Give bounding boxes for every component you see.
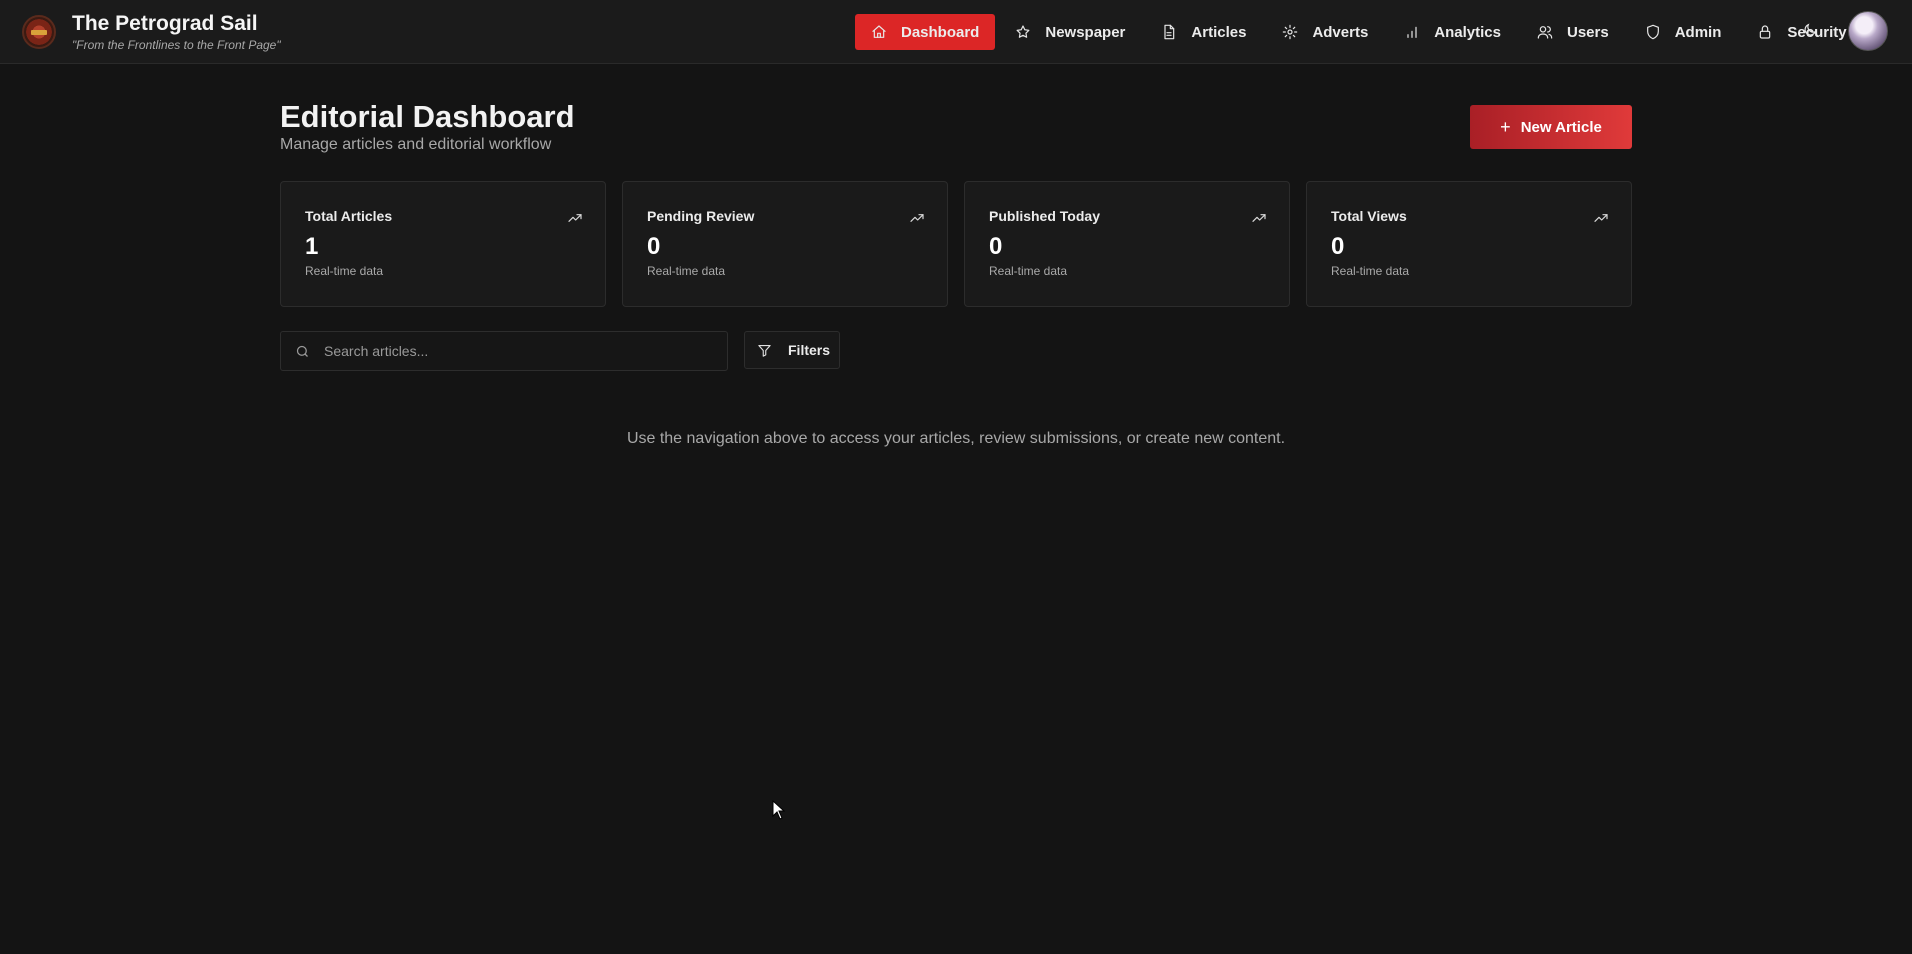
stat-card-pending-review: Pending Review 0 Real-time data [622, 181, 948, 307]
stat-value: 0 [647, 233, 661, 260]
main-nav: Dashboard Newspaper Articles Adverts Ana… [855, 14, 1867, 50]
trending-up-icon [1252, 214, 1266, 222]
page-title: Editorial Dashboard [280, 99, 575, 134]
nav-item-label: Articles [1191, 23, 1247, 41]
stat-title: Total Articles [305, 208, 393, 224]
stat-value: 0 [1331, 233, 1345, 260]
filters-button[interactable]: Filters [744, 331, 840, 369]
stat-card-published-today: Published Today 0 Real-time data [964, 181, 1290, 307]
brand[interactable]: The Petrograd Sail "From the Frontlines … [22, 11, 281, 53]
stat-title: Published Today [989, 208, 1100, 224]
trending-up-icon [568, 214, 582, 222]
moon-icon [1804, 23, 1817, 36]
nav-item-dashboard[interactable]: Dashboard [855, 14, 996, 50]
nav-item-label: Users [1567, 23, 1609, 41]
new-article-button[interactable]: + New Article [1470, 105, 1632, 149]
stat-card-total-views: Total Views 0 Real-time data [1306, 181, 1632, 307]
user-avatar[interactable] [1848, 11, 1888, 51]
stat-title: Pending Review [647, 208, 755, 224]
nav-item-label: Admin [1674, 23, 1722, 41]
filter-icon [758, 344, 771, 357]
site-tagline: "From the Frontlines to the Front Page" [72, 38, 281, 52]
nav-item-adverts[interactable]: Adverts [1266, 14, 1384, 50]
stat-value: 0 [989, 233, 1003, 260]
nav-item-analytics[interactable]: Analytics [1388, 14, 1517, 50]
stat-value: 1 [305, 233, 319, 260]
gear-icon [1283, 24, 1298, 40]
trending-up-icon [910, 214, 924, 222]
lock-icon [1760, 25, 1771, 39]
newspaper-logo-icon [22, 15, 56, 49]
top-navbar: The Petrograd Sail "From the Frontlines … [0, 0, 1912, 64]
stat-note: Real-time data [989, 264, 1068, 278]
empty-state-hint: Use the navigation above to access your … [626, 430, 1286, 447]
nav-item-label: Analytics [1434, 23, 1501, 41]
mouse-cursor-icon [772, 800, 786, 820]
stats-row: Total Articles 1 Real-time data Pending … [280, 181, 1632, 307]
home-icon [872, 25, 886, 38]
filters-label: Filters [788, 342, 831, 358]
nav-item-newspaper[interactable]: Newspaper [999, 14, 1141, 50]
search-icon [296, 345, 308, 357]
site-title: The Petrograd Sail [72, 12, 258, 35]
nav-item-label: Newspaper [1045, 23, 1126, 41]
nav-item-users[interactable]: Users [1521, 14, 1625, 50]
document-icon [1164, 24, 1175, 40]
nav-item-admin[interactable]: Admin [1629, 14, 1738, 50]
nav-item-articles[interactable]: Articles [1145, 14, 1262, 50]
search-box [280, 331, 728, 371]
stat-note: Real-time data [1331, 264, 1410, 278]
new-article-label: New Article [1520, 118, 1602, 136]
stat-note: Real-time data [647, 264, 726, 278]
search-input[interactable] [324, 343, 704, 359]
trending-up-icon [1594, 214, 1608, 222]
nav-item-label: Dashboard [901, 23, 980, 41]
stat-note: Real-time data [305, 264, 384, 278]
users-icon [1537, 26, 1553, 39]
theme-toggle[interactable] [1802, 22, 1826, 46]
nav-item-label: Adverts [1312, 23, 1369, 41]
stat-title: Total Views [1331, 208, 1407, 224]
page-subtitle: Manage articles and editorial workflow [280, 136, 552, 153]
plus-icon: + [1500, 117, 1511, 137]
star-icon [1016, 25, 1030, 38]
stat-card-total-articles: Total Articles 1 Real-time data [280, 181, 606, 307]
shield-icon [1646, 24, 1659, 40]
bar-chart-icon [1407, 26, 1417, 38]
